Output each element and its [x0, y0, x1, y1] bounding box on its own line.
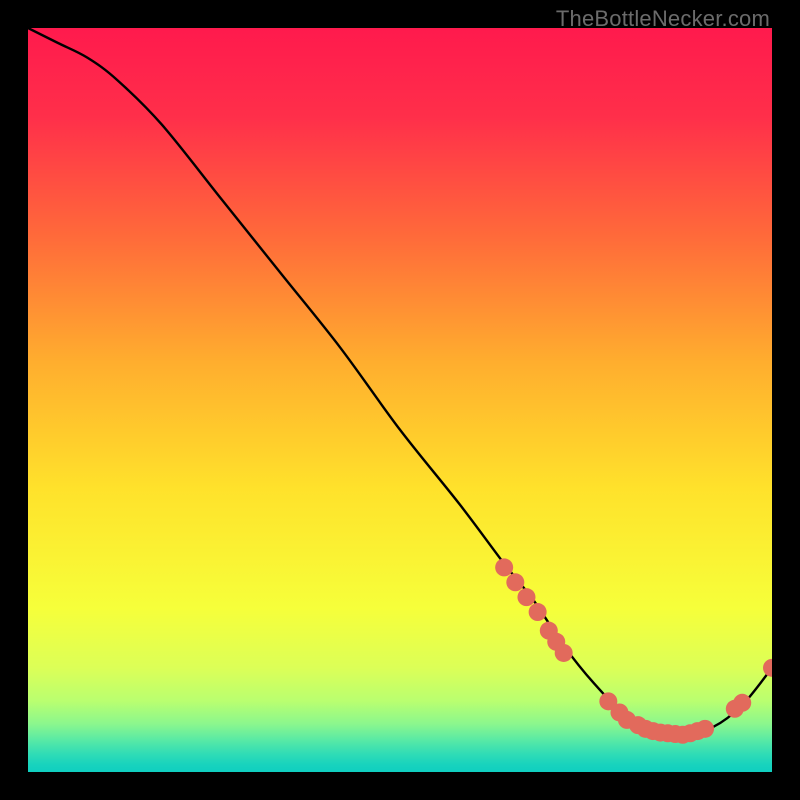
chart-stage: TheBottleNecker.com [0, 0, 800, 800]
marker-dot [696, 720, 714, 738]
marker-dot [495, 558, 513, 576]
curve-layer [28, 28, 772, 772]
marker-dot [529, 603, 547, 621]
marker-dot [763, 659, 772, 677]
plot-area [28, 28, 772, 772]
markers-group [495, 558, 772, 743]
marker-dot [517, 588, 535, 606]
marker-dot [733, 694, 751, 712]
bottleneck-curve [28, 28, 772, 735]
marker-dot [506, 573, 524, 591]
watermark-text: TheBottleNecker.com [556, 6, 770, 32]
marker-dot [555, 644, 573, 662]
